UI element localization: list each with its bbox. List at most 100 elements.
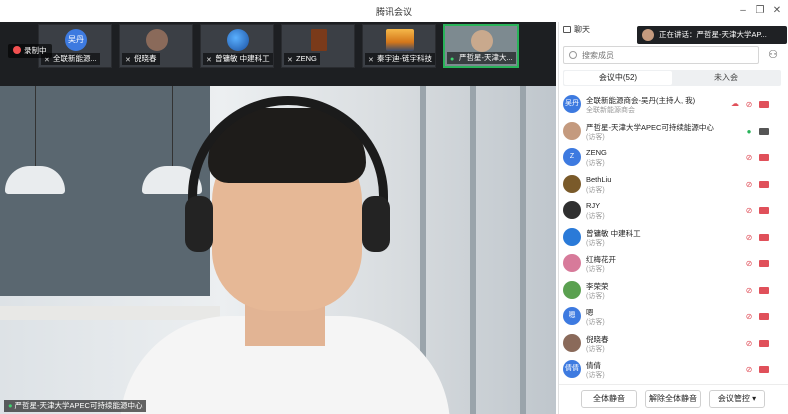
- camera-on-icon[interactable]: [759, 127, 769, 135]
- participant-role: (访客): [586, 133, 605, 141]
- camera-off-icon[interactable]: [759, 366, 769, 373]
- thumbnail-label: ✕ 倪晓春: [122, 53, 160, 65]
- mic-on-icon: ●: [8, 401, 13, 410]
- window-title: 腾讯会议: [375, 7, 412, 17]
- camera-off-icon[interactable]: [759, 233, 769, 241]
- speaking-banner: 正在讲话：严哲星-天津大学AP...: [637, 26, 787, 44]
- record-icon: [13, 46, 21, 54]
- mic-muted-icon[interactable]: ⊘: [745, 339, 753, 348]
- mic-muted-icon: ✕: [206, 57, 212, 64]
- avatar: [227, 29, 249, 51]
- restore-icon[interactable]: ❐: [753, 4, 767, 18]
- avatar: Z: [563, 148, 581, 166]
- participant-thumbnail[interactable]: ✕ 曾镛敏 中建科工: [200, 24, 274, 68]
- earcup: [362, 196, 390, 252]
- main-video[interactable]: ● 严哲星-天津大学APEC可持续能源中心: [0, 86, 556, 414]
- participant-row[interactable]: 嗯嗯 (访客) ⊘: [559, 304, 781, 332]
- meeting-controls-button[interactable]: 会议管控 ▾: [709, 390, 765, 408]
- member-search[interactable]: [563, 46, 759, 64]
- mic-on-icon[interactable]: ●: [745, 127, 753, 136]
- participant-row[interactable]: Z ZENG (访客) ⊘: [559, 145, 781, 173]
- title-bar: 腾讯会议 – ❐ ✕: [0, 0, 788, 22]
- participant-name: BethLiu: [586, 174, 612, 184]
- participant-row[interactable]: BethLiu (访客) ⊘: [559, 172, 781, 200]
- avatar: 吴丹: [65, 29, 87, 51]
- network-icon: ☁: [731, 99, 739, 108]
- avatar: 吴丹: [563, 95, 581, 113]
- mic-muted-icon[interactable]: ⊘: [745, 206, 753, 215]
- participant-row[interactable]: RJY (访客) ⊘: [559, 198, 781, 226]
- participant-role: (访客): [586, 319, 605, 326]
- meeting-window: 腾讯会议 – ❐ ✕ ● 严哲星-天津大学APEC可持续能源中心 吴丹 ✕ 全联…: [0, 0, 788, 414]
- participant-role: (访客): [586, 213, 605, 220]
- avatar: [563, 254, 581, 272]
- mic-muted-icon[interactable]: ⊘: [745, 180, 753, 189]
- participant-role: (访客): [586, 292, 605, 300]
- mic-muted-icon[interactable]: ⊘: [745, 286, 753, 295]
- mic-muted-icon[interactable]: ⊘: [745, 312, 753, 321]
- mic-muted-icon: ✕: [368, 57, 374, 64]
- thumbnail-label: ✕ ZENG: [284, 53, 320, 65]
- participant-thumbnail[interactable]: ✕ ZENG: [281, 24, 355, 68]
- avatar: [563, 201, 581, 219]
- participant-name: ZENG: [586, 148, 607, 157]
- chat-tab[interactable]: 聊天: [563, 23, 590, 37]
- lamp-wire: [35, 86, 36, 166]
- unmute-all-button[interactable]: 解除全体静音: [645, 390, 701, 408]
- participant-thumbnail[interactable]: ✕ 秦宇迪-链宇科技: [362, 24, 436, 68]
- participant-row[interactable]: 吴丹 全联新能源商会-吴丹(主持人, 我) 全联新能源商会 ☁ ⊘: [559, 92, 781, 120]
- camera-off-icon[interactable]: [759, 339, 769, 347]
- participant-name: RJY: [586, 201, 601, 210]
- minimize-icon[interactable]: –: [736, 4, 750, 18]
- thumbnail-label: ✕ 曾镛敏 中建科工: [203, 53, 273, 65]
- avatar: [563, 121, 581, 140]
- avatar: [471, 30, 493, 52]
- camera-off-icon[interactable]: [759, 286, 769, 294]
- participant-thumbnail[interactable]: ✕ 倪晓春: [119, 24, 193, 68]
- participant-role: (访客): [586, 186, 605, 194]
- camera-off-icon[interactable]: [759, 260, 769, 267]
- camera-off-icon[interactable]: [759, 154, 769, 161]
- mic-muted-icon[interactable]: ⊘: [745, 365, 753, 374]
- camera-off-icon[interactable]: [759, 207, 769, 214]
- tab-in-meeting[interactable]: 会议中(52): [564, 71, 672, 85]
- thumbnail-label: ✕ 秦宇迪-链宇科技: [365, 53, 435, 65]
- lamp-wire: [172, 86, 173, 166]
- avatar: [563, 174, 581, 193]
- participant-row[interactable]: 倩倩 倩倩 (访客) ⊘: [559, 357, 781, 382]
- mic-muted-icon: ✕: [287, 57, 293, 64]
- thumbnail-label: ● 严哲星-天津大...: [447, 52, 516, 64]
- search-input[interactable]: [582, 49, 752, 61]
- participant-thumbnail-active[interactable]: ● 严哲星-天津大...: [443, 24, 519, 68]
- mic-muted-icon[interactable]: ⊘: [745, 233, 753, 242]
- chat-icon: [563, 26, 571, 33]
- mic-on-icon: ●: [450, 56, 455, 63]
- close-icon[interactable]: ✕: [770, 4, 784, 18]
- participant-role: (访客): [586, 160, 605, 167]
- table: [0, 306, 220, 320]
- mute-all-button[interactable]: 全体静音: [581, 390, 637, 408]
- participant-role: (访客): [586, 266, 605, 273]
- search-icon: [569, 51, 577, 59]
- participant-row[interactable]: 曾镛敏 中建科工 (访客) ⊘: [559, 225, 781, 253]
- tab-not-joined[interactable]: 未入会: [673, 71, 779, 85]
- invite-member-icon[interactable]: ⚇: [765, 47, 781, 63]
- participant-row[interactable]: 倪晓春 (访客) ⊘: [559, 331, 781, 359]
- avatar: [642, 29, 654, 41]
- camera-off-icon[interactable]: [759, 101, 769, 108]
- recording-badge[interactable]: 录制中: [8, 44, 52, 58]
- camera-off-icon[interactable]: [759, 180, 769, 188]
- avatar: [563, 333, 581, 352]
- avatar: [386, 29, 414, 51]
- participant-row[interactable]: 严哲星-天津大学APEC可持续能源中心 (访客) ●: [559, 119, 781, 147]
- camera-off-icon[interactable]: [759, 313, 769, 320]
- avatar: [146, 29, 168, 51]
- participant-row[interactable]: 李荣荣 (访客) ⊘: [559, 278, 781, 306]
- mic-muted-icon[interactable]: ⊘: [745, 259, 753, 268]
- speaker-label: ● 严哲星-天津大学APEC可持续能源中心: [4, 400, 147, 412]
- participant-row[interactable]: 红梅花开 (访客) ⊘: [559, 251, 781, 279]
- mic-muted-icon[interactable]: ⊘: [745, 153, 753, 162]
- headphone-icon: [188, 96, 388, 246]
- member-tabs: 会议中(52) 未入会: [563, 70, 781, 86]
- mic-muted-icon[interactable]: ⊘: [745, 100, 753, 109]
